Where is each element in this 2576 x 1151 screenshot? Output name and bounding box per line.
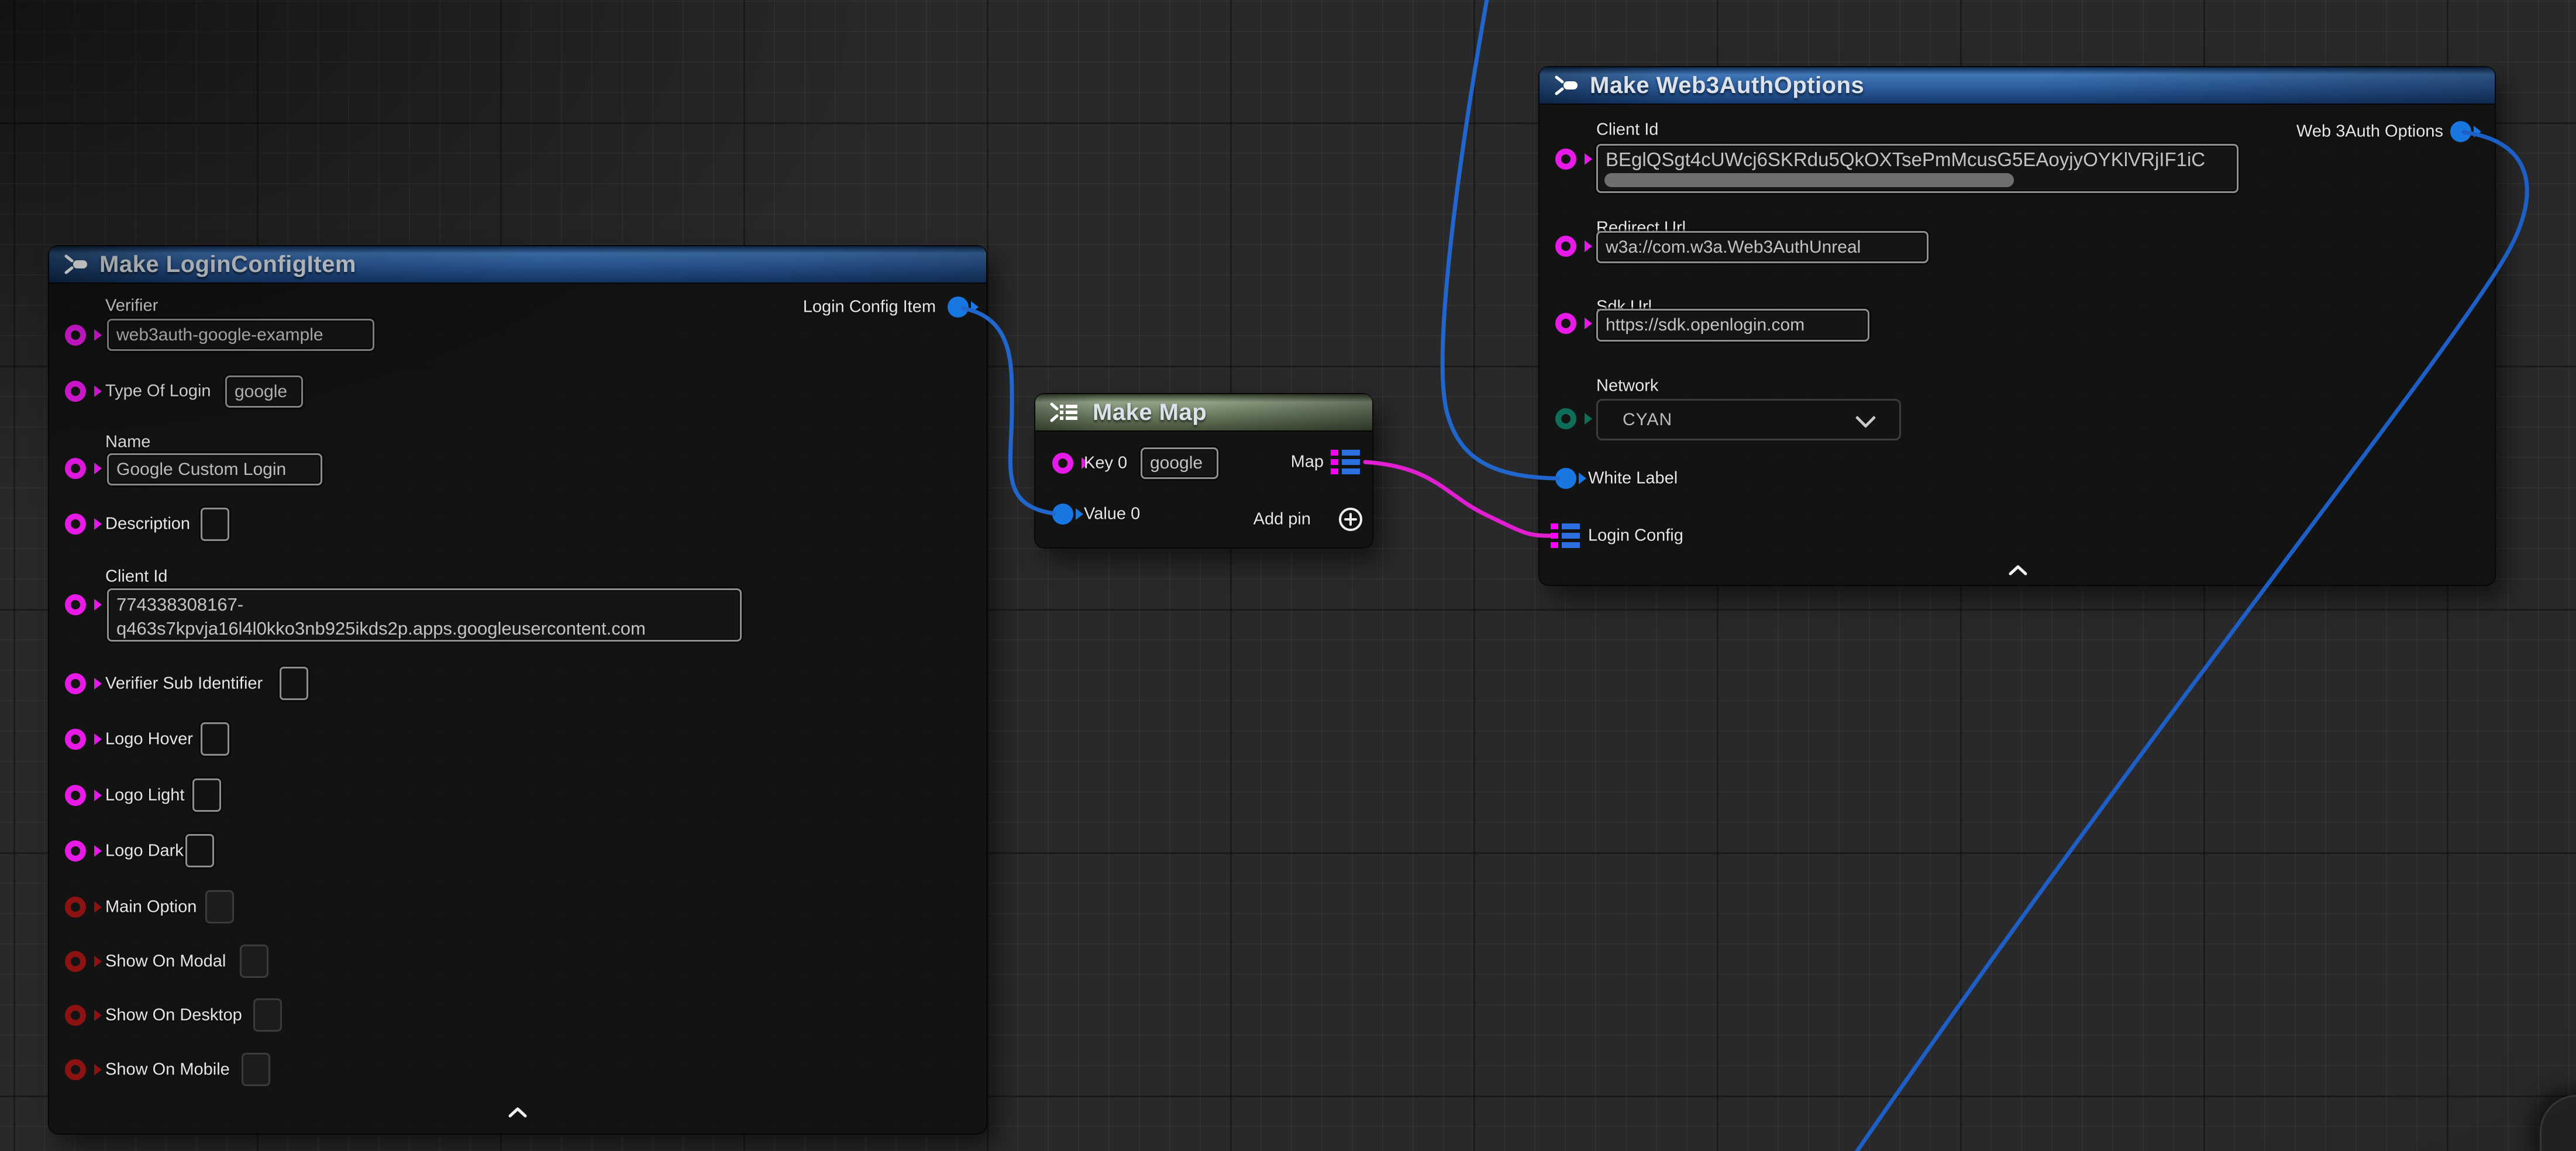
input-pin-logo-light[interactable] — [65, 785, 86, 806]
pin-label-client-id: Client Id — [105, 567, 167, 587]
input-pin-client-id[interactable] — [65, 594, 86, 615]
chevron-up-icon — [507, 1106, 529, 1119]
pin-label-white-label: White Label — [1588, 469, 1678, 488]
pin-label-logo-dark: Logo Dark — [105, 842, 184, 861]
chevron-up-icon — [2007, 564, 2029, 577]
wire-map-to-login-config[interactable] — [1365, 462, 1550, 536]
map-pin-icon — [1551, 523, 1581, 548]
input-pin-login-config[interactable] — [1551, 523, 1581, 548]
input-pin-key0[interactable] — [1052, 453, 1073, 474]
show-on-mobile-checkbox[interactable] — [242, 1053, 270, 1086]
pin-label-show-on-mobile: Show On Mobile — [105, 1060, 230, 1080]
input-pin-type-of-login[interactable] — [65, 381, 86, 402]
output-pin-label: Map — [1291, 453, 1324, 472]
input-pin-client-id[interactable] — [1555, 149, 1576, 170]
pin-label-description: Description — [105, 515, 190, 534]
input-pin-name[interactable] — [65, 458, 86, 479]
input-pin-network[interactable] — [1555, 408, 1576, 429]
logo-light-input[interactable] — [192, 778, 221, 812]
make-struct-icon — [61, 251, 90, 278]
pin-label-show-on-modal: Show On Modal — [105, 952, 226, 971]
input-pin-logo-hover[interactable] — [65, 729, 86, 750]
client-id-horizontal-scrollbar[interactable] — [1604, 173, 2014, 187]
network-selected-value: CYAN — [1623, 410, 1672, 430]
node-header[interactable]: Make LoginConfigItem — [49, 246, 986, 284]
output-pin-label: Web 3Auth Options — [2296, 122, 2443, 142]
node-header[interactable]: Make Map — [1035, 394, 1372, 432]
input-pin-logo-dark[interactable] — [65, 840, 86, 861]
node-make-loginconfigitem[interactable]: Make LoginConfigItem Login Config Item V… — [49, 246, 986, 1133]
input-pin-show-on-mobile[interactable] — [65, 1059, 86, 1080]
pin-label-name: Name — [105, 433, 150, 452]
pin-label-key0: Key 0 — [1084, 454, 1127, 473]
input-pin-main-option[interactable] — [65, 897, 86, 918]
node-title: Make Web3AuthOptions — [1590, 73, 1864, 99]
output-pin-label: Login Config Item — [803, 298, 936, 317]
collapse-node-button[interactable] — [507, 1106, 529, 1119]
logo-dark-input[interactable] — [185, 834, 214, 867]
input-pin-description[interactable] — [65, 514, 86, 535]
client-id-input[interactable]: 774338308167- q463s7kpvja16l4l0kko3nb925… — [107, 588, 742, 642]
add-pin-button[interactable] — [1338, 506, 1363, 532]
node-title: Make LoginConfigItem — [99, 251, 356, 278]
main-option-checkbox[interactable] — [205, 890, 234, 923]
type-of-login-input[interactable]: google — [225, 375, 303, 408]
make-struct-icon — [1551, 72, 1580, 99]
collapse-node-button[interactable] — [2007, 564, 2029, 577]
network-dropdown[interactable]: CYAN — [1596, 399, 1901, 440]
input-pin-verifier[interactable] — [65, 325, 86, 346]
pin-label-network: Network — [1596, 377, 1658, 396]
node-make-web3authoptions[interactable]: Make Web3AuthOptions Web 3Auth Options C… — [1540, 67, 2495, 585]
add-pin-label: Add pin — [1253, 510, 1311, 529]
pin-label-client-id: Client Id — [1596, 120, 1658, 140]
input-pin-show-on-modal[interactable] — [65, 951, 86, 972]
sdk-url-input[interactable]: https://sdk.openlogin.com — [1596, 309, 1869, 342]
pin-label-verifier: Verifier — [105, 297, 158, 316]
pin-label-login-config: Login Config — [1588, 526, 1683, 546]
blueprint-graph-canvas[interactable]: Make LoginConfigItem Login Config Item V… — [0, 0, 2576, 1151]
client-id-line2: q463s7kpvja16l4l0kko3nb925ikds2p.apps.go… — [116, 616, 732, 640]
pin-label-main-option: Main Option — [105, 898, 197, 917]
client-id-line1: 774338308167- — [116, 592, 732, 616]
plus-circle-icon — [1338, 506, 1363, 532]
verifier-input[interactable]: web3auth-google-example — [107, 319, 374, 351]
node-make-map[interactable]: Make Map Key 0 google Map Value 0 Add pi… — [1035, 394, 1372, 547]
show-on-desktop-checkbox[interactable] — [253, 998, 282, 1032]
pin-label-type-of-login: Type Of Login — [105, 382, 211, 401]
input-pin-redirect-url[interactable] — [1555, 236, 1576, 257]
pin-label-logo-hover: Logo Hover — [105, 730, 193, 749]
pin-label-value0: Value 0 — [1084, 505, 1140, 524]
pin-label-show-on-desktop: Show On Desktop — [105, 1006, 242, 1025]
verifier-sub-identifier-input[interactable] — [280, 667, 308, 700]
chevron-down-icon — [1858, 410, 1874, 425]
node-header[interactable]: Make Web3AuthOptions — [1540, 67, 2495, 105]
output-pin-map[interactable] — [1331, 450, 1361, 474]
map-pin-icon — [1331, 450, 1361, 474]
pin-label-verifier-sub-identifier: Verifier Sub Identifier — [105, 674, 263, 694]
description-input[interactable] — [201, 508, 229, 541]
offscreen-node-corner[interactable] — [2540, 1095, 2576, 1151]
logo-hover-input[interactable] — [201, 722, 229, 756]
input-pin-sdk-url[interactable] — [1555, 313, 1576, 334]
pin-label-logo-light: Logo Light — [105, 786, 184, 805]
input-pin-verifier-sub-identifier[interactable] — [65, 673, 86, 694]
node-title: Make Map — [1093, 399, 1207, 426]
name-input[interactable]: Google Custom Login — [107, 453, 322, 485]
make-map-icon — [1047, 399, 1083, 426]
input-pin-show-on-desktop[interactable] — [65, 1005, 86, 1026]
show-on-modal-checkbox[interactable] — [240, 945, 268, 978]
key0-input[interactable]: google — [1141, 447, 1218, 479]
redirect-url-input[interactable]: w3a://com.w3a.Web3AuthUnreal — [1596, 231, 1928, 263]
